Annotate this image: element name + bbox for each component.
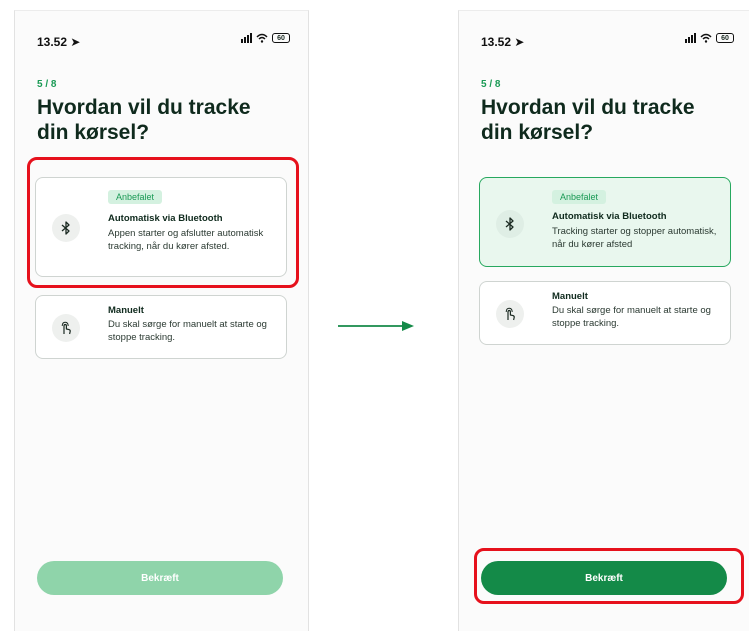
location-arrow-icon: ➤ xyxy=(514,35,525,49)
recommended-badge: Anbefalet xyxy=(552,190,607,204)
tap-hand-icon xyxy=(52,314,80,342)
battery-icon: 60 xyxy=(716,33,734,43)
option-manual[interactable]: Manuelt Du skal sørge for manuelt at sta… xyxy=(35,295,287,359)
transition-arrow-icon xyxy=(338,321,414,331)
signal-icon xyxy=(241,33,252,43)
highlight-bluetooth-option xyxy=(27,157,299,288)
step-indicator: 5 / 8 xyxy=(37,79,57,90)
confirm-button[interactable]: Bekræft xyxy=(37,561,283,595)
wifi-icon xyxy=(700,33,712,43)
option-bluetooth[interactable]: Anbefalet Automatisk via Bluetooth Track… xyxy=(479,177,731,267)
option-manual[interactable]: Manuelt Du skal sørge for manuelt at sta… xyxy=(479,281,731,345)
option-description: Du skal sørge for manuelt at starte og s… xyxy=(108,319,267,343)
bluetooth-icon xyxy=(496,210,524,238)
option-description: Du skal sørge for manuelt at starte og s… xyxy=(552,305,711,329)
status-time: 13.52 ➤ xyxy=(481,35,525,49)
signal-icon xyxy=(685,33,696,43)
battery-icon: 60 xyxy=(272,33,290,43)
status-icons: 60 xyxy=(685,33,734,43)
option-description: Tracking starter og stopper automatisk, … xyxy=(552,226,717,250)
status-time: 13.52 ➤ xyxy=(37,35,81,49)
page-title: Hvordan vil du tracke din kørsel? xyxy=(481,96,695,144)
location-arrow-icon: ➤ xyxy=(70,35,81,49)
highlight-confirm-button xyxy=(474,548,744,604)
option-title: Manuelt xyxy=(552,291,588,302)
phone-screen-after: 13.52 ➤ 60 5 / 8 Hvordan vil du tracke d… xyxy=(458,10,749,631)
phone-screen-before: 13.52 ➤ 60 5 / 8 Hvordan vil du tracke d… xyxy=(14,10,309,631)
status-icons: 60 xyxy=(241,33,290,43)
step-indicator: 5 / 8 xyxy=(481,79,501,90)
option-title: Automatisk via Bluetooth xyxy=(552,211,667,222)
option-title: Manuelt xyxy=(108,305,144,316)
wifi-icon xyxy=(256,33,268,43)
page-title: Hvordan vil du tracke din kørsel? xyxy=(37,96,251,144)
tap-hand-icon xyxy=(496,300,524,328)
